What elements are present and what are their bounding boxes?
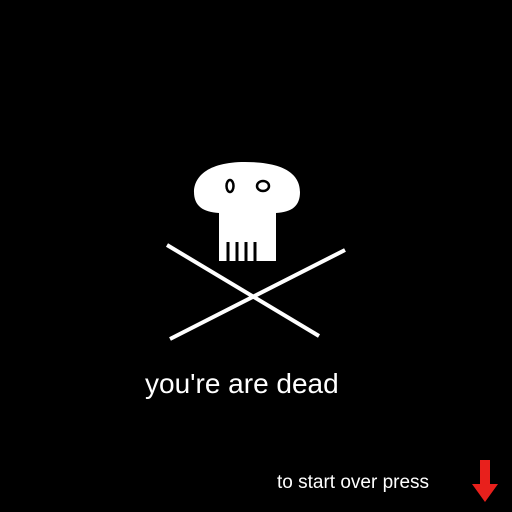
down-arrow-icon[interactable] bbox=[470, 460, 500, 504]
skull bbox=[194, 162, 300, 261]
restart-prompt: to start over press bbox=[277, 472, 430, 493]
skull-and-crossbones-icon bbox=[165, 162, 346, 341]
death-message: you're are dead bbox=[145, 368, 339, 399]
